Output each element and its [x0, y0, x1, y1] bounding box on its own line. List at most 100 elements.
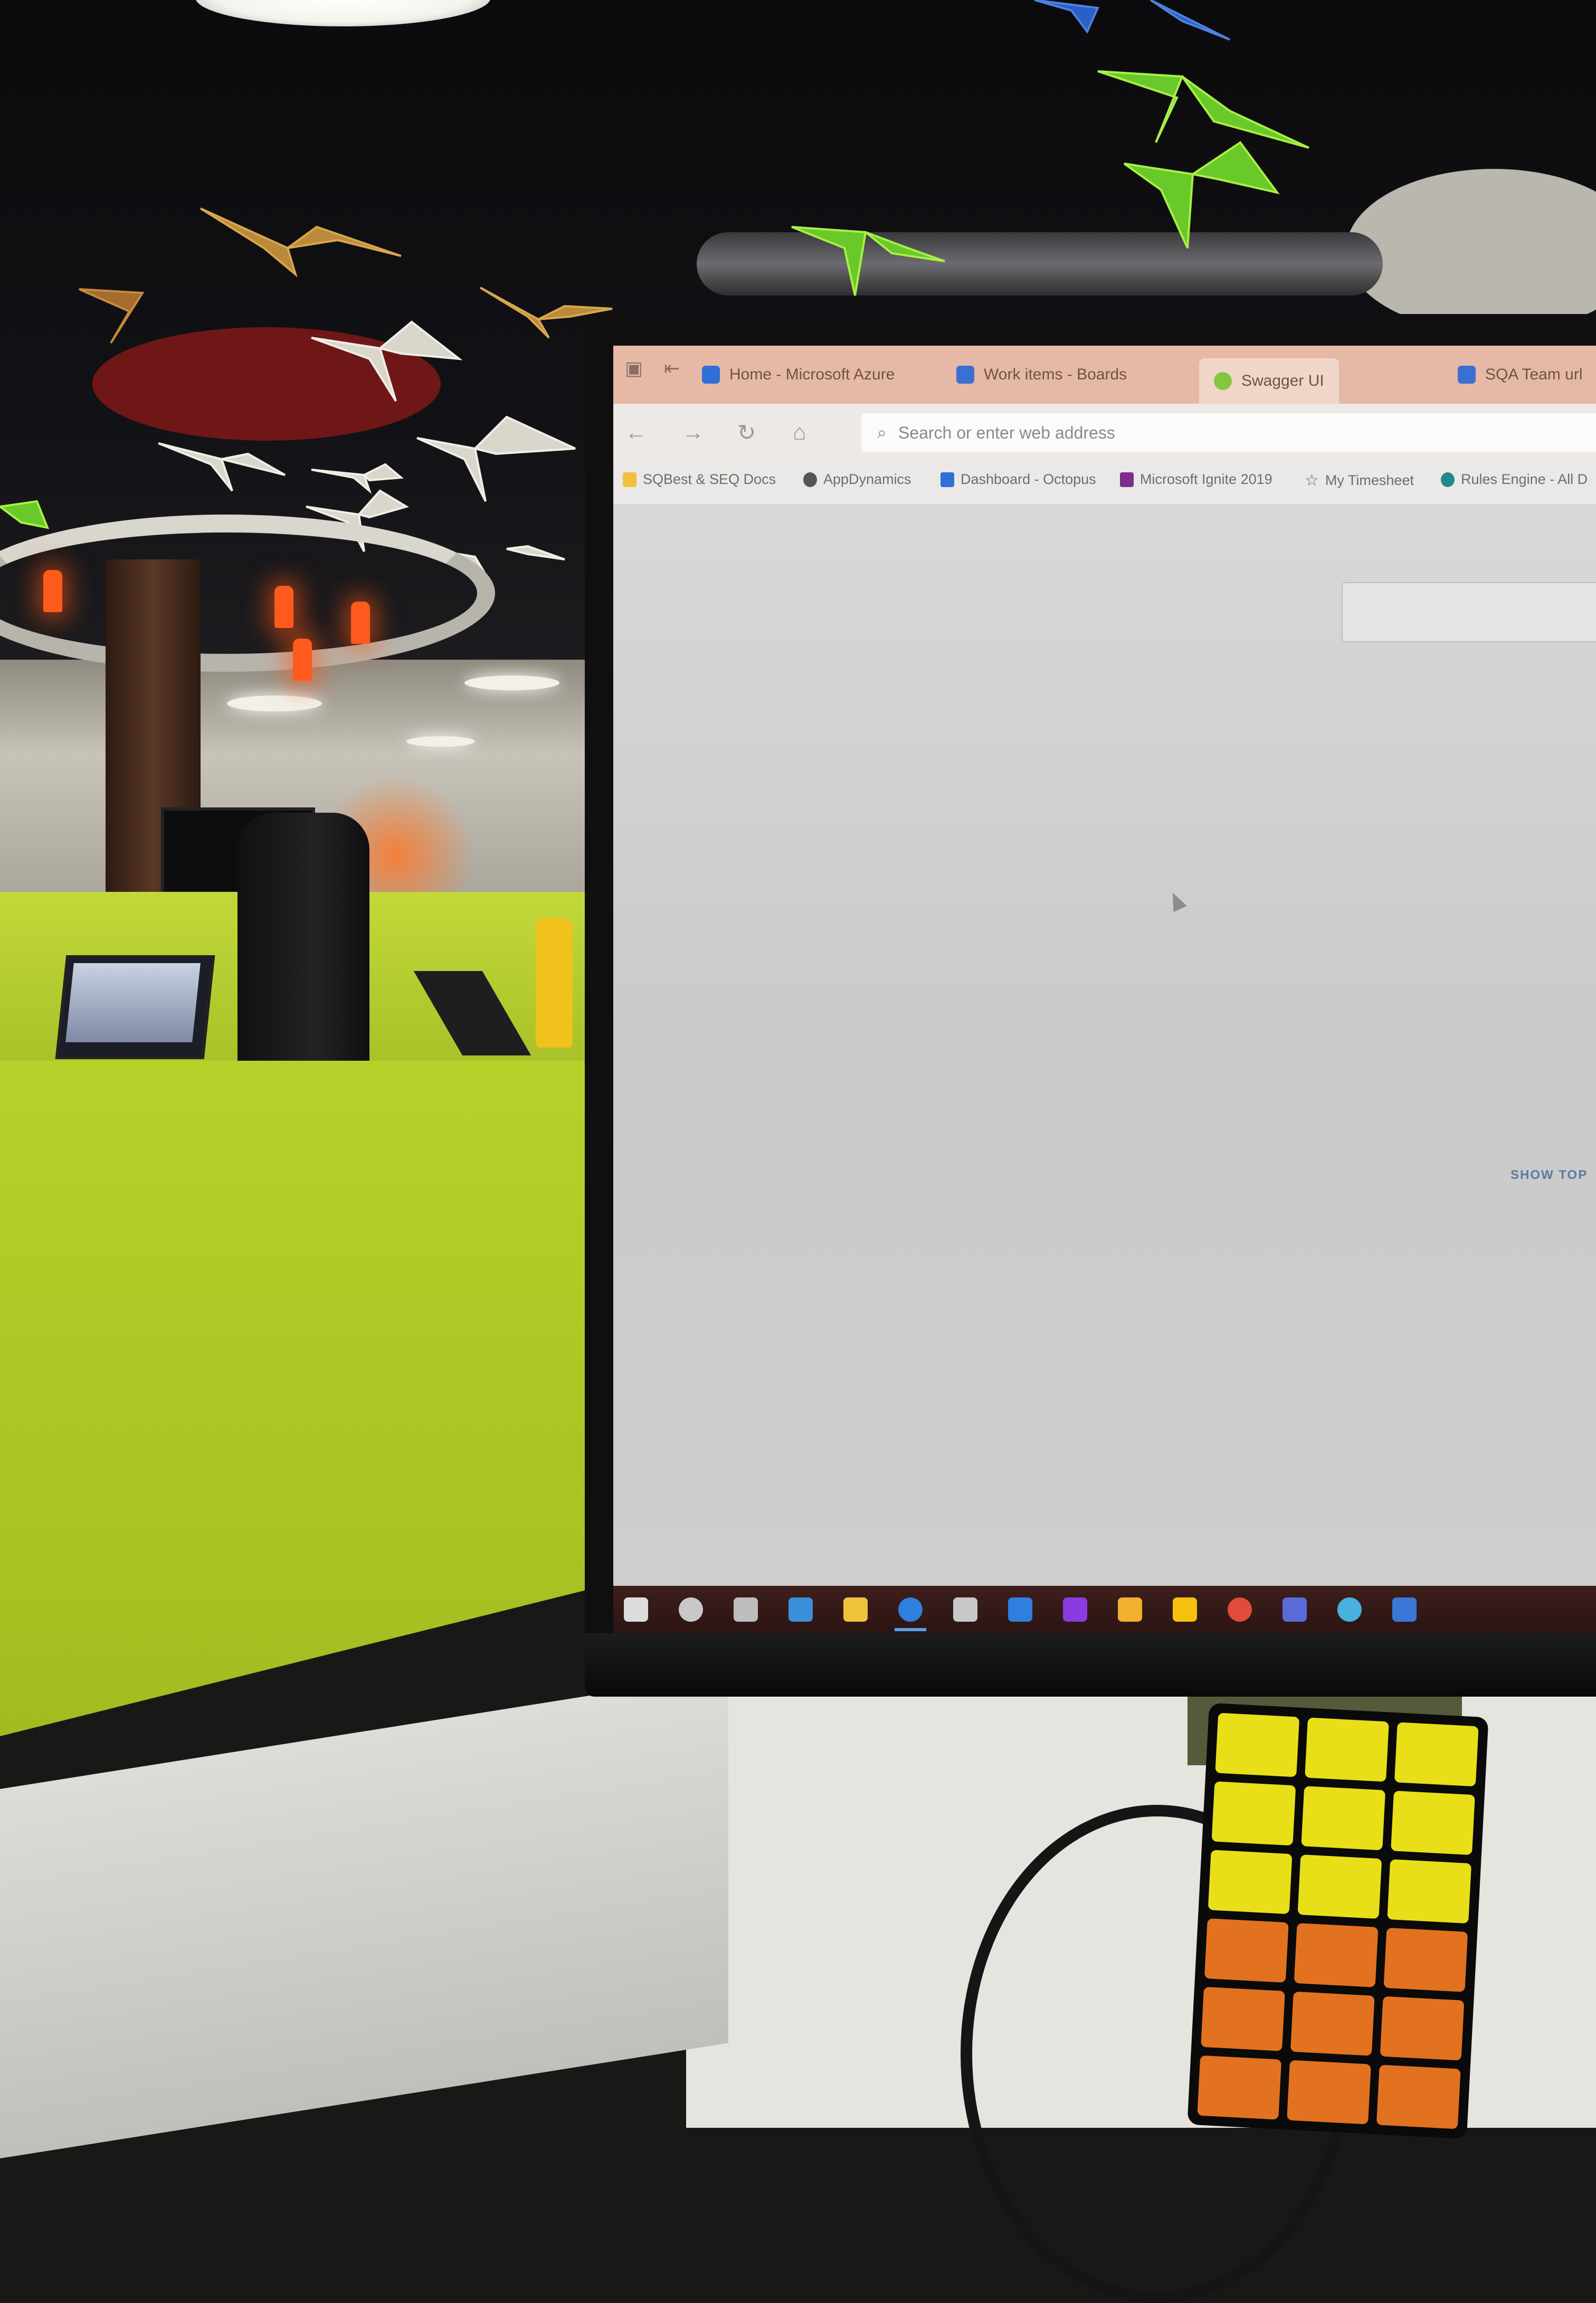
pendant-lamp [43, 570, 62, 612]
origami-bird [311, 463, 404, 494]
origami-bird [311, 320, 463, 402]
favorite-appdynamics[interactable]: AppDynamics [803, 471, 911, 488]
windows-start-icon[interactable] [624, 1597, 648, 1622]
folder-icon [623, 472, 636, 487]
favorite-octopus-dashboard[interactable]: Dashboard - Octopus [940, 471, 1096, 488]
tab-label: Swagger UI [1241, 372, 1324, 389]
sticky-notes-icon[interactable] [1173, 1597, 1197, 1622]
background-laptop-screen [65, 963, 201, 1042]
task-view-icon[interactable] [734, 1597, 758, 1622]
tab-label: Home - Microsoft Azure [729, 366, 895, 383]
search-icon: ⌕ [877, 423, 887, 442]
tab-azure-home[interactable]: Home - Microsoft Azure [702, 355, 895, 394]
cube-sticker [1290, 1991, 1375, 2056]
azure-devops-icon [1458, 366, 1476, 384]
tab-bar: ▣ ⇤ Home - Microsoft Azure Work items - … [613, 346, 1596, 404]
teams-icon[interactable] [1282, 1597, 1307, 1622]
edge-icon [1441, 472, 1455, 487]
tab-label: SQA Team url [1485, 366, 1583, 383]
cube-sticker [1211, 1781, 1296, 1846]
mouse-cursor-icon [1166, 889, 1187, 912]
file-explorer-icon[interactable] [843, 1597, 868, 1622]
home-icon[interactable]: ⌂ [793, 420, 806, 445]
cube-sticker [1297, 1854, 1382, 1919]
yellow-bottle [536, 918, 573, 1048]
show-top-link[interactable]: SHOW TOP [1510, 1168, 1588, 1183]
paint-icon[interactable] [953, 1597, 977, 1622]
windows-taskbar [613, 1586, 1596, 1633]
cube-sticker [1287, 2060, 1371, 2125]
octopus-icon [940, 472, 954, 487]
page-search-input[interactable] [1342, 582, 1596, 642]
cube-sticker [1204, 1918, 1289, 1983]
favorite-sqbest-docs[interactable]: SQBest & SEQ Docs [623, 471, 776, 488]
search-icon[interactable] [679, 1597, 703, 1622]
browser-window: ▣ ⇤ Home - Microsoft Azure Work items - … [613, 346, 1596, 1633]
tab-sqa-team[interactable]: SQA Team url [1458, 355, 1583, 394]
page-content: SHOW TOP [613, 504, 1596, 1586]
tab-work-items[interactable]: Work items - Boards [956, 355, 1127, 394]
azure-storage-explorer-icon[interactable] [788, 1597, 813, 1622]
cube-sticker [1376, 2064, 1461, 2129]
favorite-label: Rules Engine - All D [1461, 471, 1588, 487]
cube-sticker [1380, 1996, 1465, 2061]
swagger-icon [1214, 372, 1232, 390]
origami-bird [416, 415, 576, 502]
cube-sticker [1208, 1850, 1293, 1915]
browser-icon[interactable] [1337, 1597, 1362, 1622]
azure-icon [702, 366, 720, 384]
ceiling-lamp [406, 736, 475, 747]
cube-sticker [1301, 1786, 1386, 1851]
ceiling-lamp [227, 696, 322, 711]
tab-actions-icon[interactable]: ⇤ [664, 357, 680, 379]
origami-bird [79, 288, 145, 344]
rubiks-cube [1187, 1702, 1489, 2139]
favorite-label: Dashboard - Octopus [961, 471, 1096, 487]
cube-sticker [1197, 2055, 1282, 2120]
refresh-icon[interactable]: ↻ [737, 420, 756, 445]
remote-desktop-icon[interactable] [1392, 1597, 1417, 1622]
cube-sticker [1394, 1722, 1479, 1787]
edge-icon[interactable] [898, 1597, 923, 1622]
favorite-label: AppDynamics [823, 471, 911, 487]
favorite-label: Microsoft Ignite 2019 [1140, 471, 1272, 487]
cube-sticker [1387, 1859, 1472, 1924]
tab-label: Work items - Boards [984, 366, 1127, 383]
back-icon[interactable]: ← [625, 420, 647, 445]
address-bar[interactable]: ⌕ Search or enter web address [861, 413, 1596, 452]
tab-swagger-ui[interactable]: Swagger UI [1199, 358, 1339, 404]
active-app-indicator [895, 1628, 926, 1631]
cube-sticker [1305, 1717, 1389, 1782]
forward-icon[interactable]: → [682, 420, 704, 445]
favorite-ignite-2019[interactable]: Microsoft Ignite 2019 [1120, 471, 1272, 488]
cube-sticker [1215, 1712, 1300, 1777]
cube-sticker [1383, 1927, 1468, 1992]
pendant-lamp [293, 639, 312, 681]
favorite-label: My Timesheet [1325, 472, 1414, 488]
origami-bird [158, 442, 286, 492]
visual-studio-icon[interactable] [1063, 1597, 1087, 1622]
origami-bird [200, 207, 402, 278]
cube-sticker [1201, 1986, 1285, 2051]
appdynamics-icon [803, 472, 817, 487]
favorite-label: SQBest & SEQ Docs [643, 471, 776, 487]
origami-bird [0, 500, 50, 529]
star-icon: ☆ [1305, 472, 1319, 489]
window-menu-icon[interactable]: ▣ [625, 357, 643, 379]
favorite-rules-engine[interactable]: Rules Engine - All D [1441, 471, 1588, 488]
origami-bird [1034, 0, 1230, 41]
origami-bird [1123, 141, 1280, 249]
cube-sticker [1294, 1923, 1379, 1987]
chrome-icon[interactable] [1228, 1597, 1252, 1622]
pen-tool-icon[interactable] [1118, 1597, 1142, 1622]
pendant-lamp [351, 602, 370, 644]
favorite-my-timesheet[interactable]: ☆ My Timesheet [1305, 471, 1414, 490]
onenote-icon [1120, 472, 1134, 487]
origami-bird [1097, 70, 1309, 149]
origami-bird [791, 226, 945, 296]
backpack [238, 813, 369, 1077]
outlook-icon[interactable] [1008, 1597, 1032, 1622]
monitor-bottom-bezel [585, 1633, 1596, 1697]
favorites-bar: SQBest & SEQ Docs AppDynamics Dashboard … [613, 462, 1596, 505]
browser-toolbar: ← → ↻ ⌂ ⌕ Search or enter web address [613, 404, 1596, 462]
